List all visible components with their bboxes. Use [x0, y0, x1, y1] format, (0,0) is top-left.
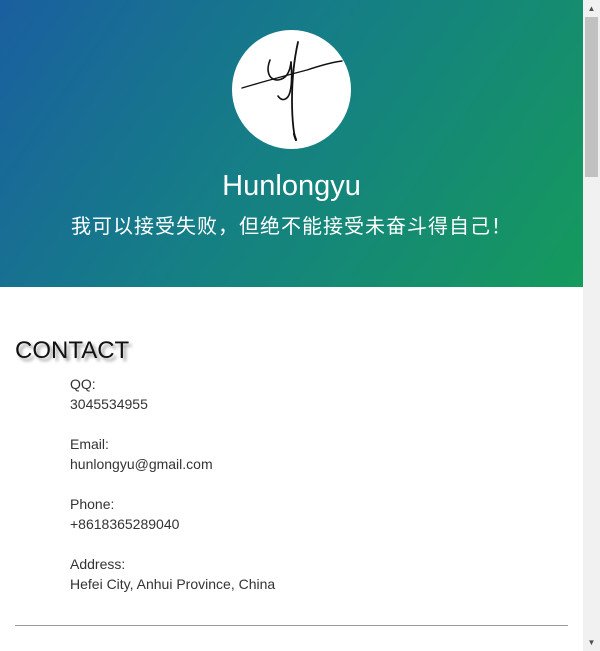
- profile-header: Hunlongyu 我可以接受失败，但绝不能接受未奋斗得自己！: [0, 0, 583, 287]
- contact-list: QQ: 3045534955 Email: hunlongyu@gmail.co…: [70, 374, 275, 614]
- scrollbar-thumb[interactable]: [585, 17, 598, 177]
- contact-value: Hefei City, Anhui Province, China: [70, 576, 276, 592]
- down-arrow-icon[interactable]: ▼: [583, 634, 600, 651]
- section-divider: [15, 625, 568, 626]
- signature-logo-icon: [241, 41, 343, 142]
- vertical-scrollbar[interactable]: ▲ ▼: [583, 0, 600, 651]
- contact-item-qq: QQ: 3045534955: [70, 374, 275, 414]
- contact-item-phone: Phone: +8618365289040: [70, 494, 275, 534]
- contact-item-address: Address: Hefei City, Anhui Province, Chi…: [70, 554, 275, 594]
- profile-name: Hunlongyu: [222, 170, 361, 202]
- contact-label: Address:: [70, 556, 126, 572]
- contact-value: hunlongyu@gmail.com: [70, 456, 213, 472]
- contact-value: +8618365289040: [70, 516, 180, 532]
- contact-label: QQ:: [70, 376, 96, 392]
- contact-value: 3045534955: [70, 396, 148, 412]
- contact-label: Email:: [70, 436, 109, 452]
- contact-label: Phone:: [70, 496, 115, 512]
- profile-motto: 我可以接受失败，但绝不能接受未奋斗得自己！: [71, 214, 512, 238]
- page: Hunlongyu 我可以接受失败，但绝不能接受未奋斗得自己！ CONTACT …: [0, 0, 583, 651]
- contact-section-title: CONTACT: [15, 337, 130, 364]
- contact-item-email: Email: hunlongyu@gmail.com: [70, 434, 275, 474]
- avatar: [232, 30, 351, 149]
- up-arrow-icon[interactable]: ▲: [583, 0, 600, 17]
